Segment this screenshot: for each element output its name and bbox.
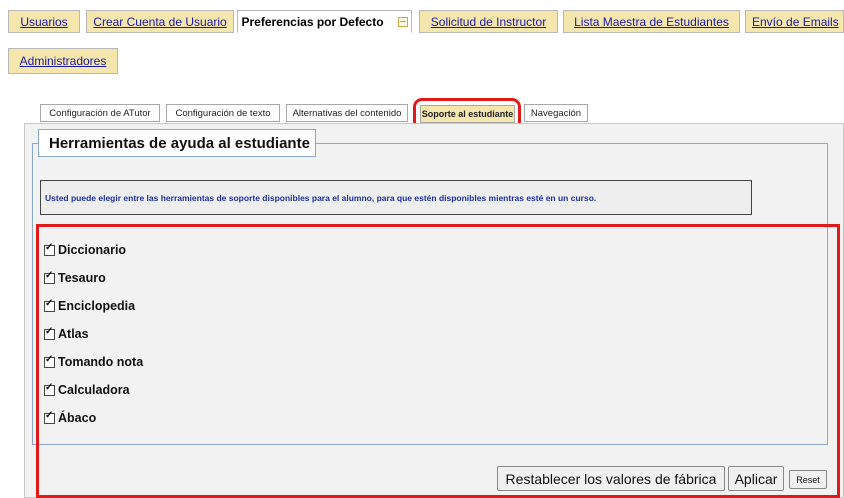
- tab-preferencias-defecto[interactable]: Preferencias por Defecto: [237, 10, 412, 33]
- tab-envio-emails[interactable]: Envío de Emails: [745, 10, 844, 33]
- subtab-label: Alternativas del contenido: [292, 107, 402, 119]
- tab-label: Usuarios: [20, 14, 68, 29]
- subtab-configuracion-texto[interactable]: Configuración de texto: [166, 104, 280, 122]
- collapse-icon[interactable]: [397, 16, 408, 27]
- subtab-configuracion-atutor[interactable]: Configuración de ATutor: [40, 104, 160, 122]
- tab-label: Lista Maestra de Estudiantes: [574, 14, 729, 29]
- tab-administradores[interactable]: Administradores: [8, 48, 118, 74]
- tab-label: Crear Cuenta de Usuario: [93, 14, 227, 29]
- subtab-label: Configuración de texto: [175, 107, 271, 119]
- section-title-text: Herramientas de ayuda al estudiante: [49, 134, 310, 152]
- subtab-navegacion[interactable]: Navegación: [524, 104, 588, 122]
- info-message: Usted puede elegir entre las herramienta…: [40, 180, 752, 215]
- tab-lista-maestra[interactable]: Lista Maestra de Estudiantes: [563, 10, 740, 33]
- tab-label: Administradores: [19, 54, 107, 68]
- tab-solicitud-instructor[interactable]: Solicitud de Instructor: [419, 10, 558, 33]
- tab-usuarios[interactable]: Usuarios: [8, 10, 80, 33]
- tab-crear-cuenta[interactable]: Crear Cuenta de Usuario: [86, 10, 234, 33]
- subtab-alternativas-contenido[interactable]: Alternativas del contenido: [286, 104, 408, 122]
- highlight-options: [36, 224, 840, 498]
- section-title: Herramientas de ayuda al estudiante: [38, 129, 316, 157]
- tab-label: Solicitud de Instructor: [430, 14, 547, 29]
- tab-label: Preferencias por Defecto: [241, 14, 384, 29]
- subtab-label: Navegación: [530, 107, 582, 119]
- subtab-label: Configuración de ATutor: [49, 107, 151, 119]
- tab-label: Envío de Emails: [752, 14, 839, 29]
- info-text: Usted puede elegir entre las herramienta…: [45, 192, 597, 203]
